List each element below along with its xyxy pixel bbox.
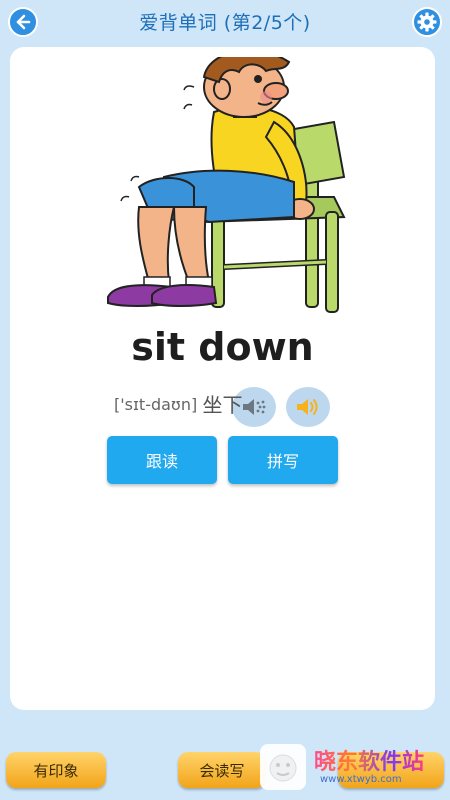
back-button[interactable] (8, 7, 38, 37)
top-bar: 爱背单词 (第2/5个) (0, 0, 450, 42)
gear-icon (417, 12, 437, 32)
can-read-write-button[interactable]: 会读写 (178, 752, 266, 788)
watermark-url: www.xtwyb.com (320, 774, 402, 785)
word-meaning: 坐下 (202, 393, 243, 417)
word-illustration (107, 57, 346, 313)
page-title: 爱背单词 (第2/5个) (139, 11, 311, 34)
follow-read-button[interactable]: 跟读 (107, 436, 217, 484)
arrow-left-icon (16, 14, 31, 30)
settings-button[interactable] (412, 7, 442, 37)
watermark-text: 晓东软件站 (314, 744, 424, 776)
watermark-icon (260, 744, 306, 790)
word-card: sit down ['sɪt-daʊn] 坐下 跟读 拼写 (10, 47, 435, 710)
spell-button[interactable]: 拼写 (228, 436, 338, 484)
impression-button[interactable]: 有印象 (6, 752, 106, 788)
watermark-logo: 晓东软件站 www.xtwyb.com (258, 742, 448, 796)
vocabulary-word: sit down (131, 325, 314, 369)
